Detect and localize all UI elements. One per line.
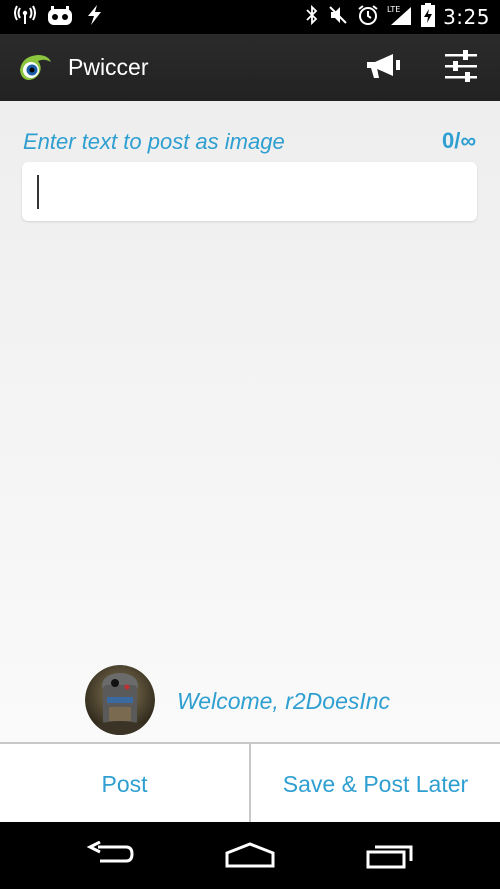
megaphone-icon bbox=[365, 51, 401, 86]
settings-sliders-icon bbox=[443, 49, 479, 87]
post-button[interactable]: Post bbox=[0, 744, 249, 824]
compose-area: Enter text to post as image 0/∞ Welcome,… bbox=[0, 101, 500, 742]
user-avatar[interactable] bbox=[85, 665, 155, 735]
back-button[interactable] bbox=[80, 840, 140, 874]
text-caret bbox=[37, 175, 39, 209]
post-text-input[interactable] bbox=[22, 162, 477, 221]
welcome-message: Welcome, r2DoesInc bbox=[177, 688, 391, 714]
flash-icon bbox=[84, 4, 104, 31]
alarm-icon bbox=[357, 4, 379, 31]
recent-apps-icon bbox=[365, 841, 415, 874]
save-post-later-button[interactable]: Save & Post Later bbox=[251, 744, 500, 824]
recent-apps-button[interactable] bbox=[360, 840, 420, 874]
action-bar: Pwiccer bbox=[0, 34, 500, 103]
cyanogen-icon bbox=[46, 4, 74, 31]
lte-signal-icon: LTE bbox=[387, 4, 413, 31]
status-time: 3:25 bbox=[443, 5, 490, 29]
status-bar: LTE 3:25 bbox=[0, 0, 500, 34]
battery-charging-icon bbox=[421, 2, 436, 32]
announce-button[interactable] bbox=[361, 48, 405, 88]
navigation-bar bbox=[0, 822, 500, 889]
character-counter: 0/∞ bbox=[441, 128, 476, 153]
back-icon bbox=[86, 840, 134, 874]
app-logo-icon bbox=[18, 52, 52, 82]
compose-prompt-label: Enter text to post as image bbox=[23, 129, 285, 154]
app-title: Pwiccer bbox=[68, 54, 149, 80]
bluetooth-icon bbox=[305, 4, 319, 31]
mute-icon bbox=[327, 4, 349, 31]
home-icon bbox=[224, 841, 276, 874]
wifi-hotspot-icon bbox=[14, 5, 36, 30]
home-button[interactable] bbox=[220, 840, 280, 874]
svg-text:LTE: LTE bbox=[387, 5, 400, 14]
bottom-button-bar: Post Save & Post Later bbox=[0, 742, 500, 824]
settings-button[interactable] bbox=[439, 48, 483, 88]
